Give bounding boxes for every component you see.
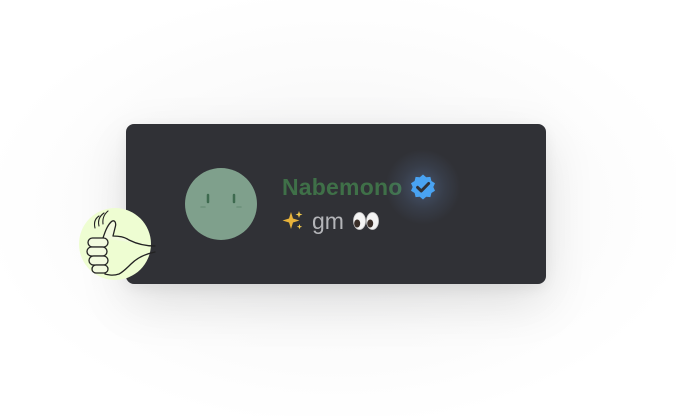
avatar[interactable] (185, 168, 257, 240)
verified-badge-icon (411, 174, 436, 200)
sparkles-icon (282, 210, 304, 232)
verified-badge[interactable] (385, 149, 462, 225)
profile-card[interactable]: Nabemono gm (126, 124, 546, 284)
thumbs-up-icon (86, 210, 156, 276)
thumbs-up-reaction[interactable] (79, 208, 156, 280)
eyes-icon (352, 210, 380, 232)
name-row: Nabemono (282, 149, 462, 225)
display-name[interactable]: Nabemono (282, 174, 402, 201)
custom-status: gm (282, 206, 380, 236)
sleepy-face-icon (200, 193, 242, 208)
status-text: gm (312, 207, 344, 234)
